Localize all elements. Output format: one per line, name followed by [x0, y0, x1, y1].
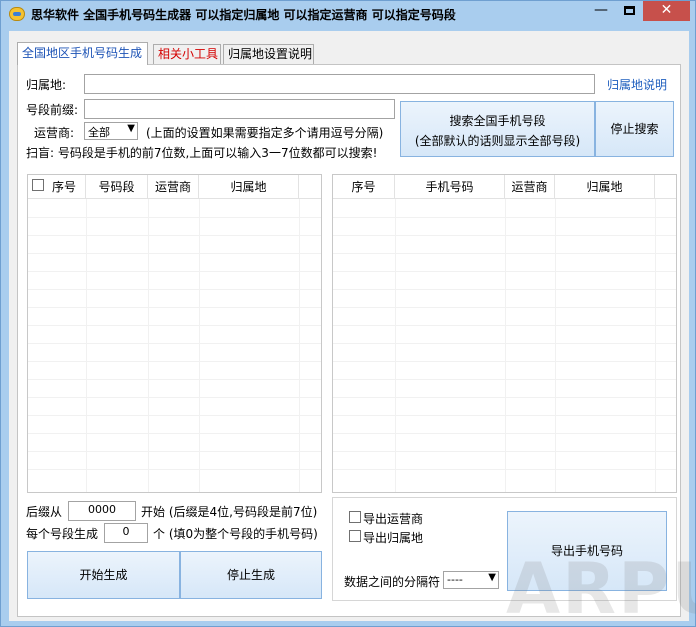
segment-col-segment[interactable]: 号码段 [86, 175, 148, 199]
client-area: 全国地区手机号码生成 相关小工具 归属地设置说明 归属地: 归属地说明 号段前缀… [9, 31, 689, 621]
number-col-phone[interactable]: 手机号码 [395, 175, 505, 199]
location-input[interactable] [84, 74, 595, 94]
export-numbers-button[interactable]: 导出手机号码 [507, 511, 667, 591]
prefix-label: 号段前缀: [26, 103, 79, 117]
search-button-line1: 搜索全国手机号段 [449, 114, 546, 128]
segment-col-location[interactable]: 归属地 [199, 175, 299, 199]
export-location-label[interactable]: 导出归属地 [363, 529, 423, 546]
search-button-line2: (全部默认的话则显示全部号段) [414, 134, 581, 148]
main-window: 思华软件 全国手机号码生成器 可以指定归属地 可以指定运营商 可以指定号码段 —… [0, 0, 696, 627]
app-logo-icon [9, 7, 25, 21]
stop-search-button[interactable]: 停止搜索 [595, 101, 674, 157]
suffix-from-input[interactable]: 0000 [68, 501, 136, 521]
per-segment-input[interactable]: 0 [104, 523, 148, 543]
scan-note: 扫盲: 号码段是手机的前7位数,上面可以输入3一7位数都可以搜索! [26, 146, 378, 160]
tab-tools[interactable]: 相关小工具 [153, 44, 221, 64]
chevron-down-icon: ▼ [127, 123, 135, 134]
suffix-from-label: 后缀从 [26, 505, 63, 519]
carrier-label: 运营商: [34, 126, 75, 140]
separator-selected-value: ---- [447, 573, 463, 586]
export-carrier-checkbox[interactable] [349, 511, 361, 523]
maximize-icon [623, 6, 635, 15]
number-table-header: 序号 手机号码 运营商 归属地 [333, 175, 676, 199]
segment-col-index-label: 序号 [52, 180, 77, 194]
segment-table-header: 序号 号码段 运营商 归属地 [28, 175, 321, 199]
export-location-checkbox[interactable] [349, 530, 361, 542]
segment-col-index[interactable]: 序号 [28, 175, 86, 199]
tab-panel: 归属地: 归属地说明 号段前缀: 运营商: 全部 ▼ (上面的设置如果需要指定多… [17, 64, 681, 617]
prefix-input[interactable] [84, 99, 395, 119]
separator-select[interactable]: ---- ▼ [443, 571, 499, 589]
chevron-down-icon: ▼ [488, 572, 496, 583]
tab-number-generation[interactable]: 全国地区手机号码生成 [17, 42, 148, 65]
tab-location-help[interactable]: 归属地设置说明 [223, 44, 314, 64]
segment-col-carrier[interactable]: 运营商 [148, 175, 199, 199]
start-generate-button[interactable]: 开始生成 [27, 551, 180, 599]
number-col-index[interactable]: 序号 [333, 175, 395, 199]
carrier-select[interactable]: 全部 ▼ [84, 122, 138, 140]
title-bar[interactable]: 思华软件 全国手机号码生成器 可以指定归属地 可以指定运营商 可以指定号码段 —… [1, 1, 695, 27]
number-table[interactable]: 序号 手机号码 运营商 归属地 [332, 174, 677, 493]
per-segment-label: 每个号段生成 [26, 527, 99, 541]
number-col-carrier[interactable]: 运营商 [505, 175, 555, 199]
stop-generate-button[interactable]: 停止生成 [180, 551, 322, 599]
maximize-button[interactable] [615, 1, 643, 21]
suffix-start-hint: 开始 (后缀是4位,号码段是前7位) [141, 505, 318, 519]
select-all-checkbox[interactable] [32, 179, 44, 191]
location-label: 归属地: [26, 78, 67, 92]
carrier-hint: (上面的设置如果需要指定多个请用逗号分隔) [146, 126, 384, 140]
number-col-location[interactable]: 归属地 [555, 175, 655, 199]
location-help-link[interactable]: 归属地说明 [607, 76, 667, 93]
window-title: 思华软件 全国手机号码生成器 可以指定归属地 可以指定运营商 可以指定号码段 [31, 8, 456, 22]
minimize-button[interactable]: — [587, 1, 615, 21]
export-carrier-label[interactable]: 导出运营商 [363, 510, 423, 527]
carrier-selected-value: 全部 [88, 126, 110, 139]
segment-table[interactable]: 序号 号码段 运营商 归属地 [27, 174, 322, 493]
search-segments-button[interactable]: 搜索全国手机号段 (全部默认的话则显示全部号段) [400, 101, 595, 157]
separator-label: 数据之间的分隔符 [344, 575, 441, 589]
per-segment-hint: 个 (填0为整个号段的手机号码) [153, 527, 318, 541]
close-button[interactable]: ✕ [643, 1, 690, 21]
